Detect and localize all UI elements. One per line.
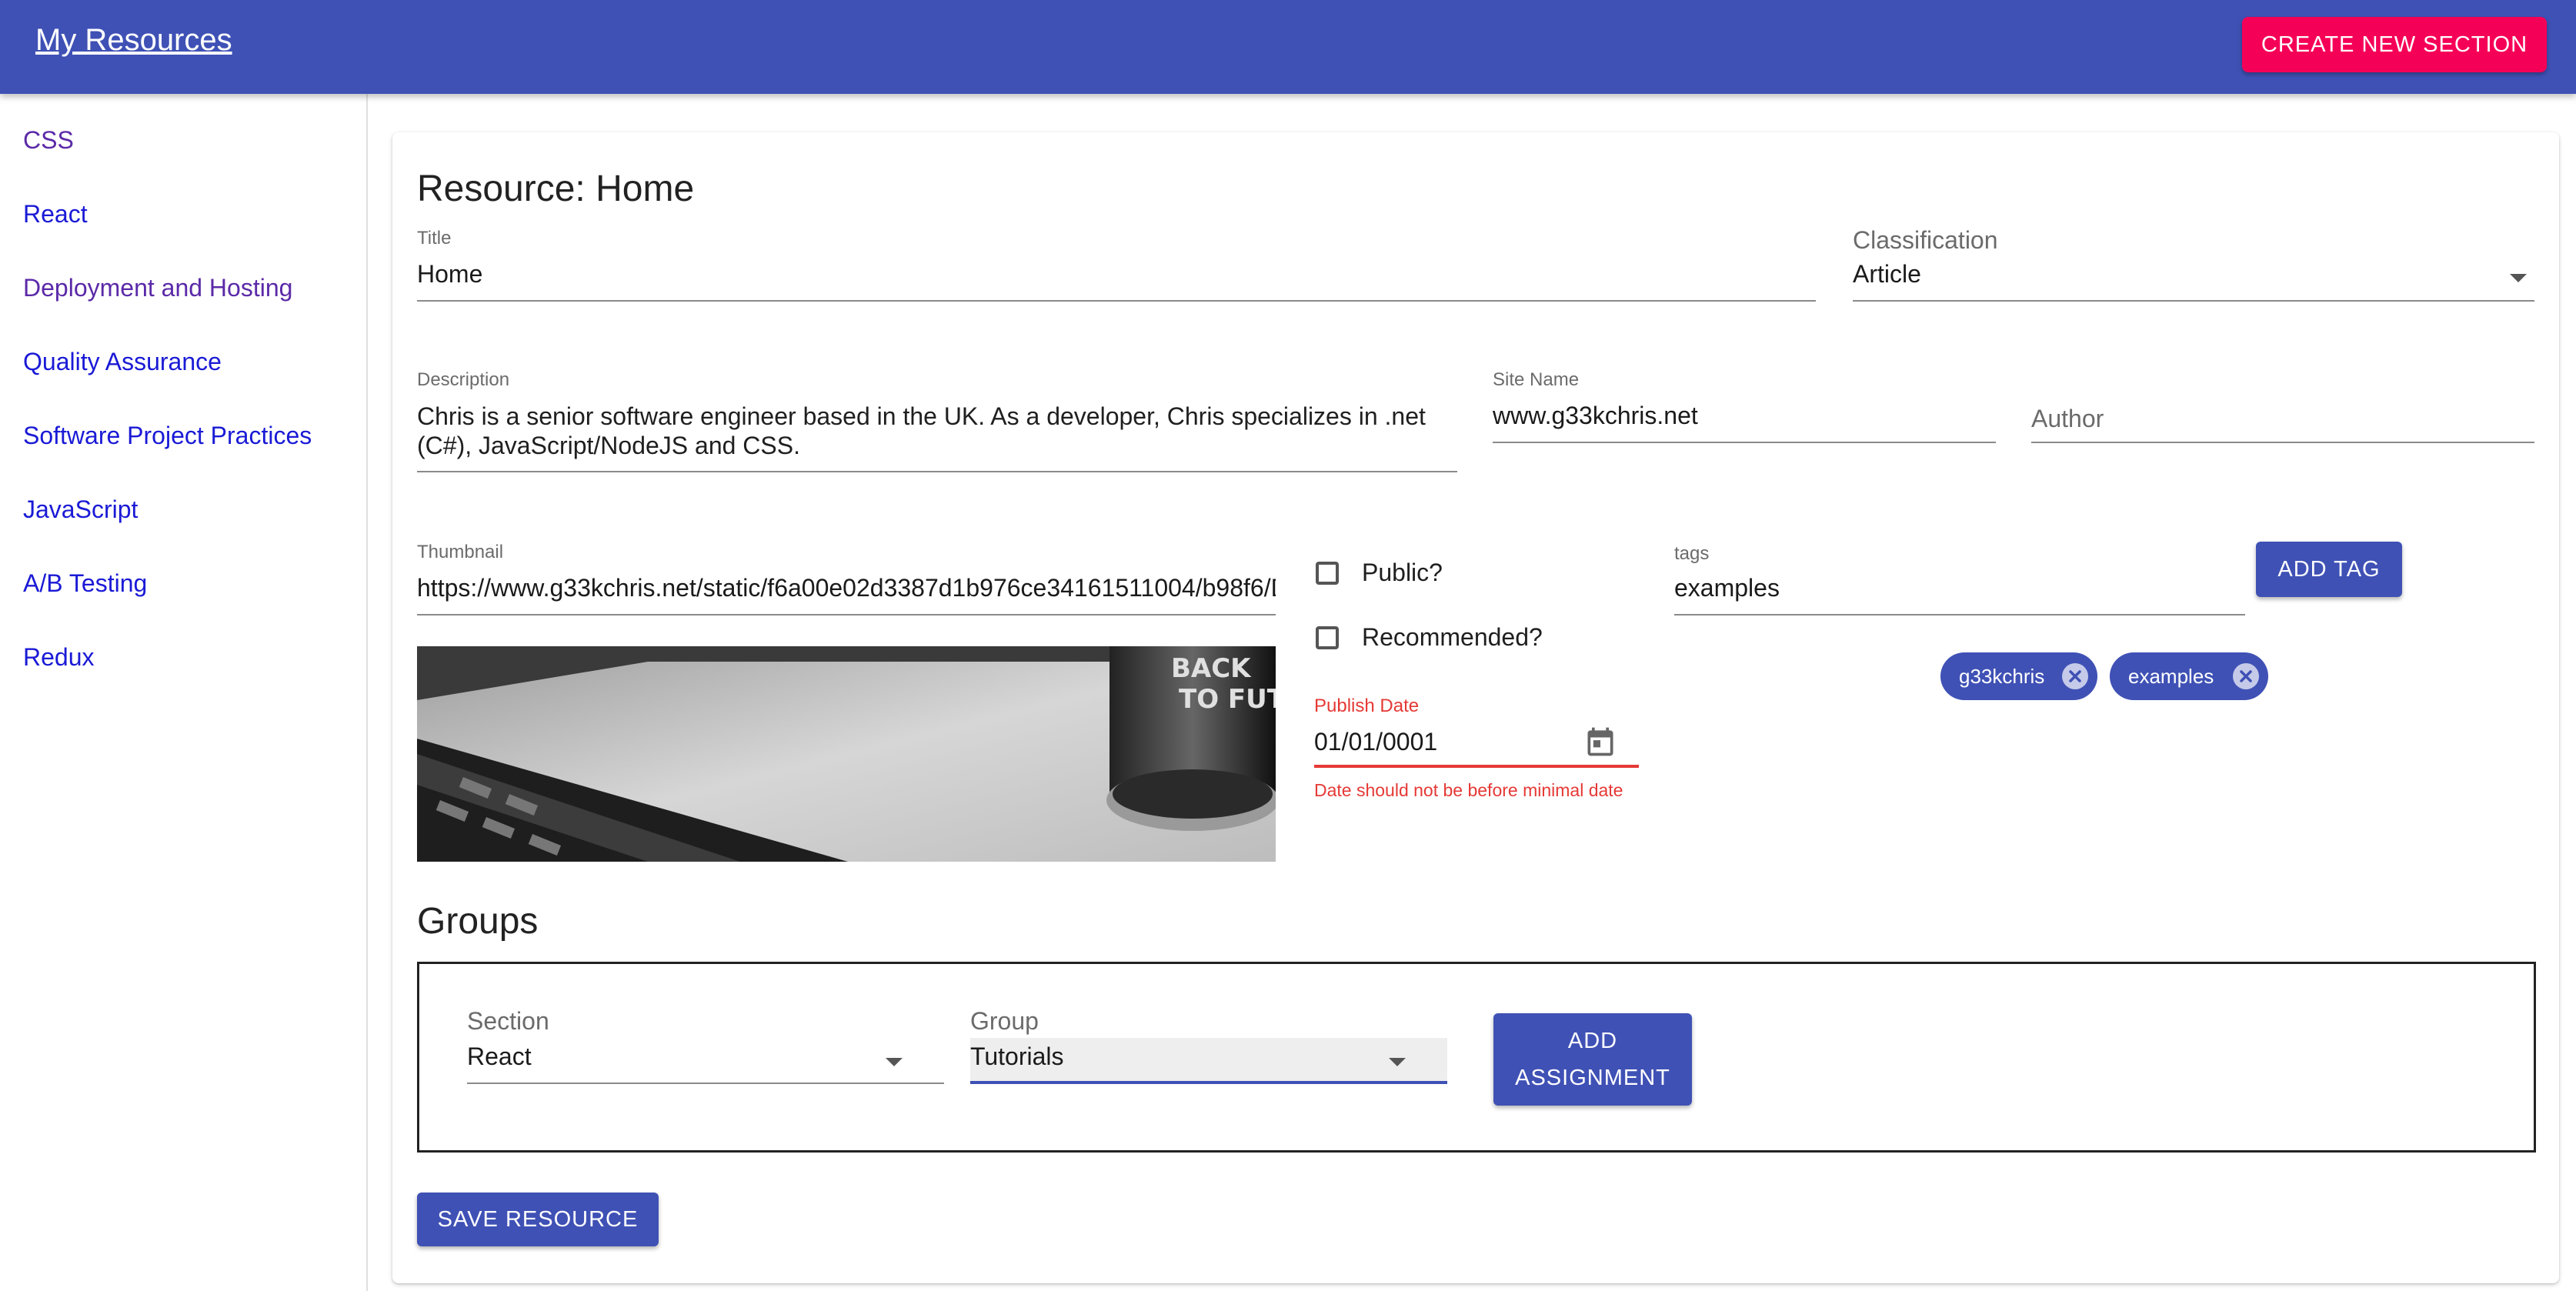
sidebar-item-css[interactable]: CSS — [23, 126, 74, 155]
thumbnail-underline — [417, 614, 1276, 615]
title-input[interactable]: Home — [417, 260, 1810, 289]
description-line-1: Chris is a senior software engineer base… — [417, 402, 1426, 430]
save-resource-button[interactable]: SAVE RESOURCE — [417, 1193, 659, 1246]
thumbnail-input[interactable]: https://www.g33kchris.net/static/f6a00e0… — [417, 574, 1276, 602]
title-underline — [417, 300, 1816, 302]
close-icon[interactable] — [2062, 663, 2088, 689]
publish-date-underline — [1314, 765, 1639, 768]
classification-label: Classification — [1853, 226, 1998, 254]
description-line-2: (C#), JavaScript/NodeJS and CSS. — [417, 432, 800, 459]
description-underline — [417, 471, 1457, 472]
classification-underline — [1853, 300, 2534, 302]
sidebar-item-software-project-practices[interactable]: Software Project Practices — [23, 422, 312, 450]
description-input[interactable]: Chris is a senior software engineer base… — [417, 402, 1456, 460]
page-title: Resource: Home — [417, 168, 695, 209]
tag-chip: g33kchris — [1940, 652, 2097, 700]
author-underline — [2031, 442, 2534, 443]
sidebar-item-redux[interactable]: Redux — [23, 643, 95, 672]
group-underline — [970, 1081, 1447, 1084]
tag-chip-label: examples — [2128, 664, 2214, 688]
chevron-down-icon[interactable] — [886, 1058, 903, 1066]
public-label: Public? — [1362, 559, 1443, 586]
groups-heading: Groups — [417, 901, 539, 942]
add-assignment-button[interactable]: ADD ASSIGNMENT — [1493, 1013, 1692, 1106]
site-name-underline — [1493, 442, 1996, 443]
tags-underline — [1674, 614, 2245, 615]
app-bar: My Resources CREATE NEW SECTION — [0, 0, 2576, 94]
brand-link[interactable]: My Resources — [35, 23, 232, 58]
title-label: Title — [417, 228, 452, 249]
group-select[interactable]: Tutorials — [970, 1042, 1401, 1071]
add-assignment-label-2: ASSIGNMENT — [1515, 1066, 1670, 1090]
add-tag-button[interactable]: ADD TAG — [2256, 542, 2402, 597]
publish-date-input[interactable]: 01/01/0001 — [1314, 728, 1545, 756]
classification-select[interactable]: Article — [1853, 260, 2468, 289]
site-name-input[interactable]: www.g33kchris.net — [1493, 402, 1993, 430]
thumbnail-image: BACK TO FUT — [417, 646, 1276, 862]
group-label: Group — [970, 1007, 1039, 1035]
create-new-section-button[interactable]: CREATE NEW SECTION — [2242, 17, 2547, 72]
recommended-checkbox[interactable] — [1316, 626, 1339, 649]
section-underline — [467, 1083, 944, 1084]
tags-input[interactable]: examples — [1674, 574, 2236, 602]
resource-card: Resource: Home Title Home Classification… — [392, 132, 2559, 1283]
recommended-label: Recommended? — [1362, 623, 1543, 651]
sidebar-item-deployment-and-hosting[interactable]: Deployment and Hosting — [23, 274, 292, 302]
sidebar-item-quality-assurance[interactable]: Quality Assurance — [23, 348, 222, 376]
chevron-down-icon[interactable] — [1389, 1058, 1406, 1066]
tags-label: tags — [1674, 543, 1710, 564]
add-assignment-label-1: ADD — [1567, 1029, 1618, 1053]
section-label: Section — [467, 1007, 549, 1035]
svg-text:BACK: BACK — [1171, 653, 1252, 684]
calendar-icon[interactable] — [1583, 725, 1617, 762]
tag-chip: examples — [2110, 652, 2268, 700]
publish-date-label: Publish Date — [1314, 696, 1420, 716]
sidebar: CSS React Deployment and Hosting Quality… — [0, 94, 368, 1291]
thumbnail-label: Thumbnail — [417, 542, 504, 562]
description-label: Description — [417, 369, 510, 390]
site-name-label: Site Name — [1493, 369, 1580, 390]
public-checkbox[interactable] — [1316, 562, 1339, 585]
sidebar-item-javascript[interactable]: JavaScript — [23, 495, 138, 524]
tag-chip-label: g33kchris — [1959, 664, 2045, 688]
chevron-down-icon[interactable] — [2510, 274, 2527, 282]
section-select[interactable]: React — [467, 1042, 898, 1071]
sidebar-item-react[interactable]: React — [23, 200, 88, 229]
author-input[interactable]: Author — [2031, 405, 2104, 433]
publish-date-error: Date should not be before minimal date — [1314, 780, 1623, 800]
svg-text:TO FUT: TO FUT — [1179, 684, 1276, 715]
close-icon[interactable] — [2233, 663, 2259, 689]
groups-panel: Section React Group Tutorials ADD ASSIGN… — [417, 962, 2536, 1153]
sidebar-item-ab-testing[interactable]: A/B Testing — [23, 569, 147, 598]
